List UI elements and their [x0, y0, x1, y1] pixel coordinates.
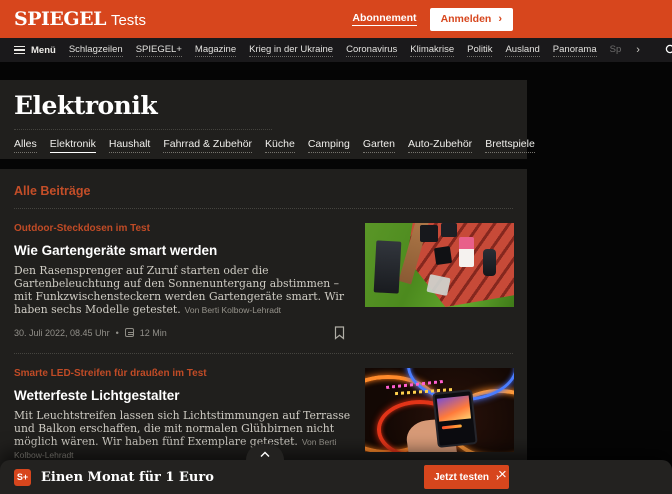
tab-fahrrad-zubehoer[interactable]: Fahrrad & Zubehör	[163, 138, 252, 153]
hamburger-icon	[14, 44, 25, 57]
tab-auto-zubehoer[interactable]: Auto-Zubehör	[408, 138, 472, 153]
nav-item-krieg-ukraine[interactable]: Krieg in der Ukraine	[249, 44, 333, 57]
bookmark-icon[interactable]	[334, 326, 345, 340]
meta-separator: •	[116, 328, 119, 338]
teaser-text: Den Rasensprenger auf Zuruf starten oder…	[14, 264, 344, 316]
read-time-icon	[125, 328, 134, 337]
article-title[interactable]: Wetterfeste Lichtgestalter	[14, 388, 180, 403]
divider	[14, 129, 272, 130]
article-teaser[interactable]: Mit Leuchtstreifen lassen sich Lichtstim…	[14, 410, 355, 462]
tab-alles[interactable]: Alles	[14, 138, 37, 153]
article-meta: 30. Juli 2022, 08.45 Uhr • 12 Min	[14, 326, 355, 340]
phone-graphic	[432, 389, 478, 448]
tab-haushalt[interactable]: Haushalt	[109, 138, 150, 153]
top-header: SPIEGEL Tests Abonnement Anmelden ›	[0, 0, 672, 38]
logo-spiegel-text: SPIEGEL	[14, 8, 106, 30]
article-date: 30. Juli 2022, 08.45 Uhr	[14, 328, 110, 338]
read-time: 12 Min	[140, 328, 167, 338]
cta-label: Jetzt testen	[434, 472, 489, 483]
banner-text: Einen Monat für 1 Euro	[41, 470, 214, 485]
chevron-right-icon: ›	[498, 13, 502, 25]
article-text-column: Outdoor-Steckdosen im Test Wie Gartenger…	[14, 223, 355, 340]
nav-item-magazine[interactable]: Magazine	[195, 44, 236, 57]
nav-item-schlagzeilen[interactable]: Schlagzeilen	[69, 44, 123, 57]
main-nav: Menü Schlagzeilen SPIEGEL+ Magazine Krie…	[0, 38, 672, 62]
spiegel-tests-page: SPIEGEL Tests Abonnement Anmelden › Menü …	[0, 0, 672, 494]
tab-kueche[interactable]: Küche	[265, 138, 295, 153]
nav-item-sport-truncated[interactable]: Sp	[610, 44, 622, 56]
nav-more-chevron[interactable]: ›	[634, 44, 642, 56]
logo-suffix-text: Tests	[111, 12, 146, 29]
device-graphic	[459, 237, 474, 266]
device-graphic	[374, 241, 402, 294]
tab-camping[interactable]: Camping	[308, 138, 350, 153]
spiegel-logo[interactable]: SPIEGEL Tests	[14, 8, 146, 30]
device-graphic	[441, 223, 457, 237]
teaser-text: Mit Leuchtstreifen lassen sich Lichtstim…	[14, 409, 350, 448]
article-kicker[interactable]: Outdoor-Steckdosen im Test	[14, 223, 355, 234]
device-graphic	[420, 225, 438, 243]
menu-button[interactable]: Menü	[14, 44, 56, 57]
device-graphic	[483, 249, 496, 276]
page-title: Elektronik	[14, 91, 527, 120]
nav-item-ausland[interactable]: Ausland	[505, 44, 539, 57]
search-button[interactable]	[665, 44, 672, 56]
article-kicker[interactable]: Smarte LED-Streifen für draußen im Test	[14, 368, 355, 379]
device-graphic	[426, 274, 450, 296]
nav-item-klimakrise[interactable]: Klimakrise	[410, 44, 454, 57]
search-icon	[665, 44, 672, 56]
nav-item-panorama[interactable]: Panorama	[553, 44, 597, 57]
nav-item-spiegel-plus[interactable]: SPIEGEL+	[136, 44, 182, 57]
tab-garten[interactable]: Garten	[363, 138, 395, 153]
tab-brettspiele[interactable]: Brettspiele	[485, 138, 535, 153]
jetzt-testen-button[interactable]: Jetzt testen ›	[424, 465, 509, 489]
nav-item-coronavirus[interactable]: Coronavirus	[346, 44, 397, 57]
header-actions: Abonnement Anmelden ›	[352, 0, 513, 38]
spiegel-plus-badge: S+	[14, 469, 31, 486]
close-banner-button[interactable]: ×	[498, 467, 507, 482]
article-title[interactable]: Wie Gartengeräte smart werden	[14, 243, 217, 258]
nav-item-politik[interactable]: Politik	[467, 44, 492, 57]
article-card: Outdoor-Steckdosen im Test Wie Gartenger…	[0, 209, 527, 340]
anmelden-label: Anmelden	[441, 13, 492, 25]
device-graphic	[434, 246, 453, 265]
menu-label: Menü	[31, 45, 56, 56]
chevron-up-icon	[260, 451, 270, 458]
article-image[interactable]	[365, 368, 514, 452]
article-author: Von Berti Kolbow-Lehradt	[185, 305, 281, 315]
abonnement-link[interactable]: Abonnement	[352, 12, 416, 26]
section-title: Alle Beiträge	[14, 184, 527, 198]
article-teaser[interactable]: Den Rasensprenger auf Zuruf starten oder…	[14, 265, 355, 317]
subscription-banner: S+ Einen Monat für 1 Euro Jetzt testen ›…	[0, 460, 672, 494]
category-header-panel: Elektronik Alles Elektronik Haushalt Fah…	[0, 80, 527, 159]
article-image[interactable]	[365, 223, 514, 307]
phone-screen-graphic	[437, 395, 471, 422]
phone-bar-graphic	[441, 425, 461, 431]
tab-elektronik[interactable]: Elektronik	[50, 138, 96, 153]
anmelden-button[interactable]: Anmelden ›	[430, 8, 513, 31]
category-tabs: Alles Elektronik Haushalt Fahrrad & Zube…	[14, 138, 527, 153]
